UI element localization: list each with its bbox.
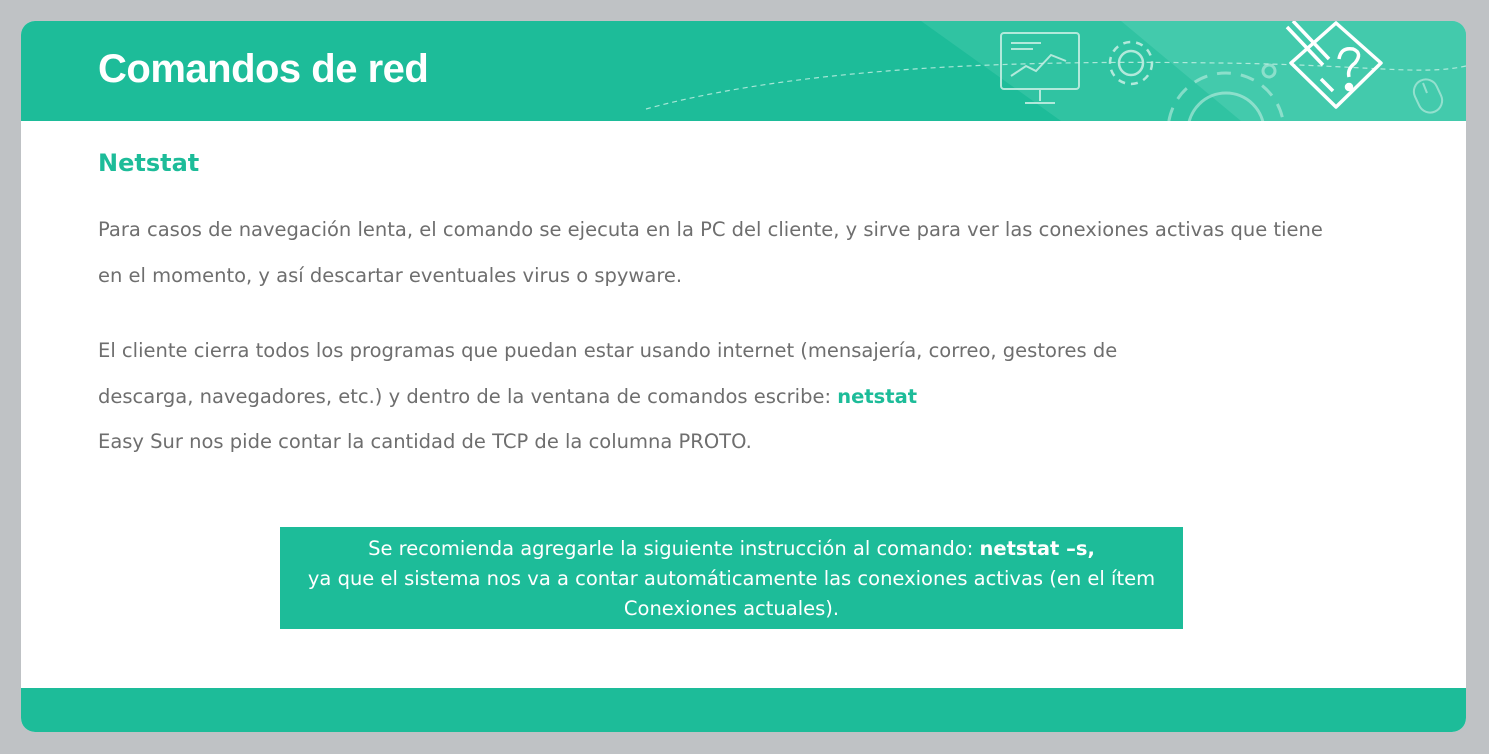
- command-highlight: netstat: [837, 385, 918, 408]
- slide-card: Comandos de red Netstat Para casos de na…: [21, 21, 1466, 732]
- paragraph-instructions-line1: El cliente cierra todos los programas qu…: [98, 339, 1118, 362]
- paragraph-instructions-line2: descarga, navegadores, etc.) y dentro de…: [98, 385, 838, 408]
- paragraph-task: Easy Sur nos pide contar la cantidad de …: [98, 430, 752, 453]
- callout-line3: Conexiones actuales).: [623, 597, 840, 620]
- page-title: Comandos de red: [98, 47, 429, 91]
- callout-line2: ya que el sistema nos va a contar automá…: [307, 567, 1156, 590]
- footer-bar: [21, 688, 1466, 732]
- paragraph-intro: Para casos de navegación lenta, el coman…: [98, 207, 1398, 299]
- section-title: Netstat: [98, 149, 200, 177]
- paragraph-intro-line2: en el momento, y así descartar eventuale…: [98, 264, 683, 287]
- recommendation-callout: Se recomienda agregarle la siguiente ins…: [280, 527, 1183, 629]
- paragraph-intro-line1: Para casos de navegación lenta, el coman…: [98, 218, 1323, 241]
- callout-line1-text: Se recomienda agregarle la siguiente ins…: [368, 537, 980, 560]
- paragraph-instructions: El cliente cierra todos los programas qu…: [98, 328, 1398, 420]
- callout-command: netstat –s,: [979, 537, 1095, 560]
- header-banner: Comandos de red: [21, 21, 1466, 121]
